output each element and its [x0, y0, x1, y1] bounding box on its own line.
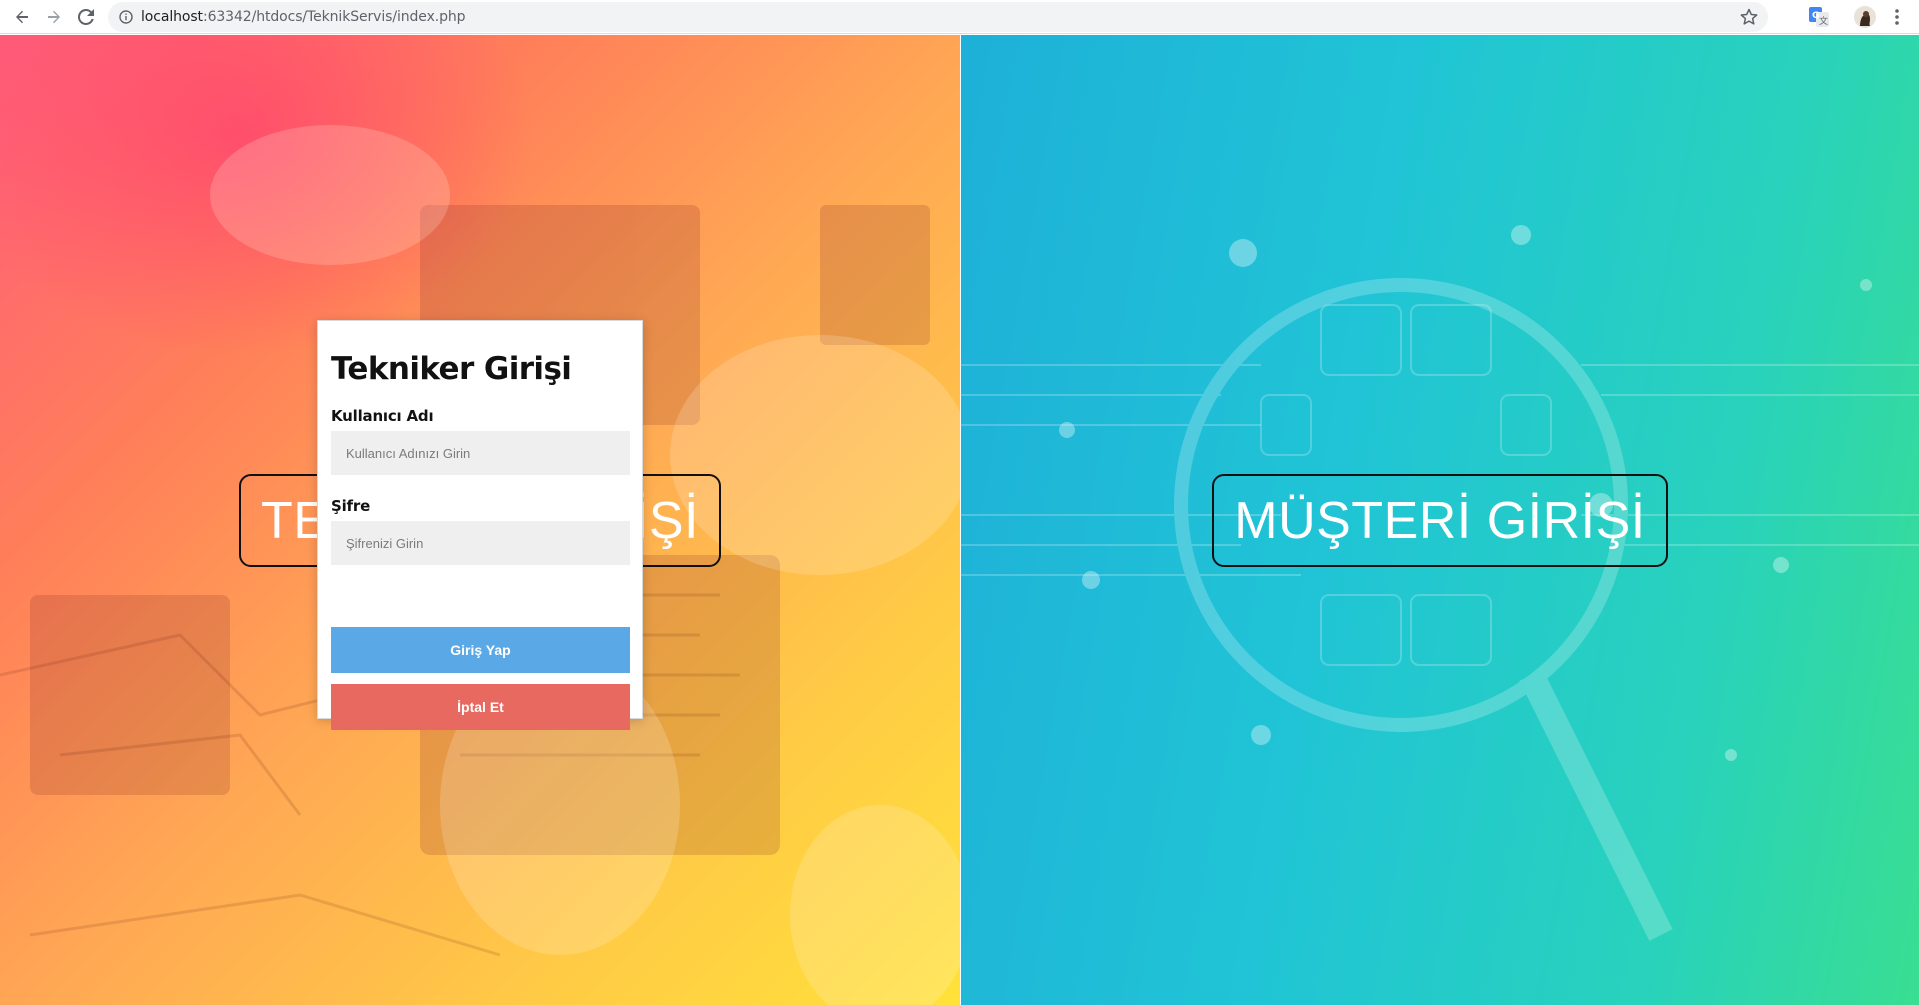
technician-login-modal: Tekniker Girişi Kullanıcı Adı Şifre Giri… — [317, 320, 643, 730]
password-field[interactable] — [331, 521, 630, 565]
customer-login-button[interactable]: MÜŞTERİ GİRİŞİ — [1212, 474, 1668, 567]
login-button[interactable]: Giriş Yap — [331, 627, 630, 673]
url-host: localhost — [141, 9, 203, 25]
profile-avatar[interactable] — [1854, 6, 1876, 28]
translate-icon[interactable]: G 文 — [1808, 6, 1830, 28]
arrow-left-icon — [16, 10, 28, 24]
customer-panel: MÜŞTERİ GİRİŞİ — [961, 35, 1919, 1005]
star-icon[interactable] — [1740, 8, 1758, 26]
page-content: TEKNİKER GİRİŞİ — [0, 35, 1919, 1005]
username-field[interactable] — [331, 431, 630, 475]
username-label: Kullanıcı Adı — [331, 407, 434, 425]
svg-text:文: 文 — [1819, 15, 1828, 27]
browser-toolbar: localhost:63342/htdocs/TeknikServis/inde… — [0, 0, 1919, 34]
url-path: :63342/htdocs/TeknikServis/index.php — [202, 9, 466, 25]
avatar-icon — [1854, 6, 1876, 28]
kebab-menu-icon[interactable] — [1889, 6, 1905, 28]
back-button[interactable] — [10, 5, 34, 29]
modal-title: Tekniker Girişi — [331, 351, 572, 387]
info-icon[interactable] — [119, 10, 133, 24]
url-text[interactable]: localhost:63342/htdocs/TeknikServis/inde… — [141, 2, 466, 32]
reload-button[interactable] — [74, 5, 98, 29]
arrow-right-icon — [48, 10, 60, 24]
cancel-button[interactable]: İptal Et — [331, 684, 630, 730]
password-label: Şifre — [331, 497, 371, 515]
forward-button[interactable] — [42, 5, 66, 29]
reload-icon — [78, 9, 94, 25]
address-bar[interactable]: localhost:63342/htdocs/TeknikServis/inde… — [108, 2, 1768, 32]
